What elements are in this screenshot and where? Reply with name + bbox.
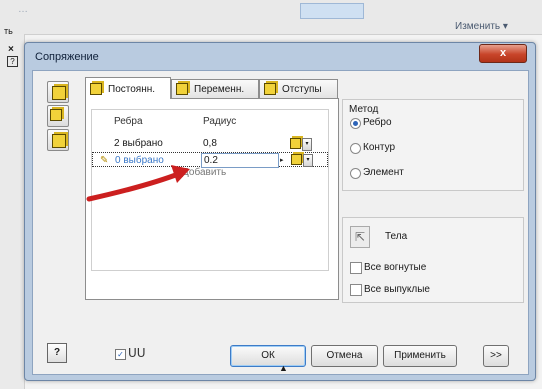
- dialog-title-bar[interactable]: Сопряжение x: [25, 43, 535, 69]
- edge-picker[interactable]: ▾: [288, 137, 312, 151]
- add-row-link[interactable]: Добавить: [182, 167, 226, 178]
- radius-input[interactable]: 0.2: [201, 153, 279, 168]
- cursor-icon[interactable]: ⇱: [350, 226, 370, 248]
- radio-feature-label[interactable]: Элемент: [363, 167, 404, 178]
- tab-label: Отступы: [282, 84, 322, 95]
- all-convex-label[interactable]: Все выпуклые: [364, 284, 430, 295]
- cube-icon: [291, 154, 302, 165]
- method-group: Метод Ребро Контур Элемент: [342, 99, 524, 191]
- full-round-fillet-mode-button[interactable]: [47, 129, 69, 151]
- expand-triangle-icon[interactable]: ▲: [279, 363, 288, 373]
- radio-edge-label[interactable]: Ребро: [363, 117, 392, 128]
- left-close-icon[interactable]: ×: [8, 44, 14, 55]
- apply-button[interactable]: Применить: [383, 345, 457, 367]
- cube-icon: [90, 83, 102, 95]
- tab-label: Постоянн.: [108, 84, 156, 95]
- tab-variable[interactable]: Переменн.: [171, 79, 259, 99]
- radius-column-header: Радиус: [203, 116, 237, 127]
- radius-cell[interactable]: 0,8: [203, 138, 217, 149]
- cube-icon: [176, 83, 188, 95]
- bodies-label: Тела: [385, 231, 408, 242]
- dialog-client: Постоянн. Переменн. Отступы Ребра Радиус…: [32, 70, 529, 375]
- pencil-icon: ✎: [100, 155, 109, 166]
- cube-icon: [290, 138, 301, 149]
- radio-loop[interactable]: [350, 143, 361, 154]
- cube-icon: [264, 83, 276, 95]
- cancel-button[interactable]: Отмена: [311, 345, 378, 367]
- table-row-selected[interactable]: ✎ 0 выбрано 0.2 ▸ ▾: [92, 152, 328, 168]
- radio-edge[interactable]: [350, 118, 361, 129]
- face-fillet-mode-button[interactable]: [47, 105, 69, 127]
- tab-label: Переменн.: [194, 84, 245, 95]
- close-button[interactable]: x: [479, 44, 527, 63]
- help-icon[interactable]: ?: [47, 343, 67, 363]
- expand-arrow-icon[interactable]: ▸: [280, 156, 284, 164]
- background-left-text: ть: [4, 26, 13, 36]
- edit-menu[interactable]: Изменить ▾: [455, 21, 508, 32]
- edges-column-header: Ребра: [114, 116, 143, 127]
- edges-cell[interactable]: 2 выбрано: [114, 138, 163, 149]
- edges-radius-table: Ребра Радиус 2 выбрано 0,8 ▾ ✎ 0 выбрано…: [91, 109, 329, 271]
- all-concave-checkbox[interactable]: [350, 262, 362, 274]
- background-text: …: [18, 4, 28, 15]
- tab-panel-constant: Ребра Радиус 2 выбрано 0,8 ▾ ✎ 0 выбрано…: [85, 98, 339, 300]
- radio-feature[interactable]: [350, 168, 361, 179]
- ok-button[interactable]: ОК: [230, 345, 306, 367]
- radio-loop-label[interactable]: Контур: [363, 142, 395, 153]
- cube-icon: [52, 134, 66, 148]
- glasses-icon: ᑌᑌ: [128, 346, 146, 360]
- tab-constant[interactable]: Постоянн.: [85, 77, 171, 99]
- tab-setbacks[interactable]: Отступы: [259, 79, 338, 99]
- cube-icon: [52, 86, 66, 100]
- more-button[interactable]: >>: [483, 345, 509, 367]
- edges-cell[interactable]: 0 выбрано: [115, 155, 164, 166]
- preview-checkbox[interactable]: ✓: [115, 349, 126, 360]
- method-title: Метод: [349, 104, 379, 115]
- table-row[interactable]: 2 выбрано 0,8 ▾: [92, 136, 328, 151]
- fillet-dialog: Сопряжение x Постоянн. Переменн. Отступы: [24, 42, 536, 381]
- cube-icon: [50, 109, 62, 121]
- background-button: [300, 3, 364, 19]
- constant-fillet-mode-button[interactable]: [47, 81, 69, 103]
- dialog-title: Сопряжение: [35, 51, 99, 63]
- all-convex-checkbox[interactable]: [350, 284, 362, 296]
- background-left-panel: ть × ?: [0, 26, 25, 389]
- left-help-icon[interactable]: ?: [7, 56, 18, 67]
- dropdown-icon[interactable]: ▾: [302, 138, 312, 151]
- background-toolbar: … Изменить ▾: [0, 0, 542, 35]
- all-concave-label[interactable]: Все вогнутые: [364, 262, 426, 273]
- edge-picker[interactable]: ▾: [289, 153, 313, 167]
- dropdown-icon[interactable]: ▾: [303, 154, 313, 167]
- bodies-group: ⇱ Тела Все вогнутые Все выпуклые: [342, 217, 524, 303]
- radius-input-value: 0.2: [204, 155, 218, 166]
